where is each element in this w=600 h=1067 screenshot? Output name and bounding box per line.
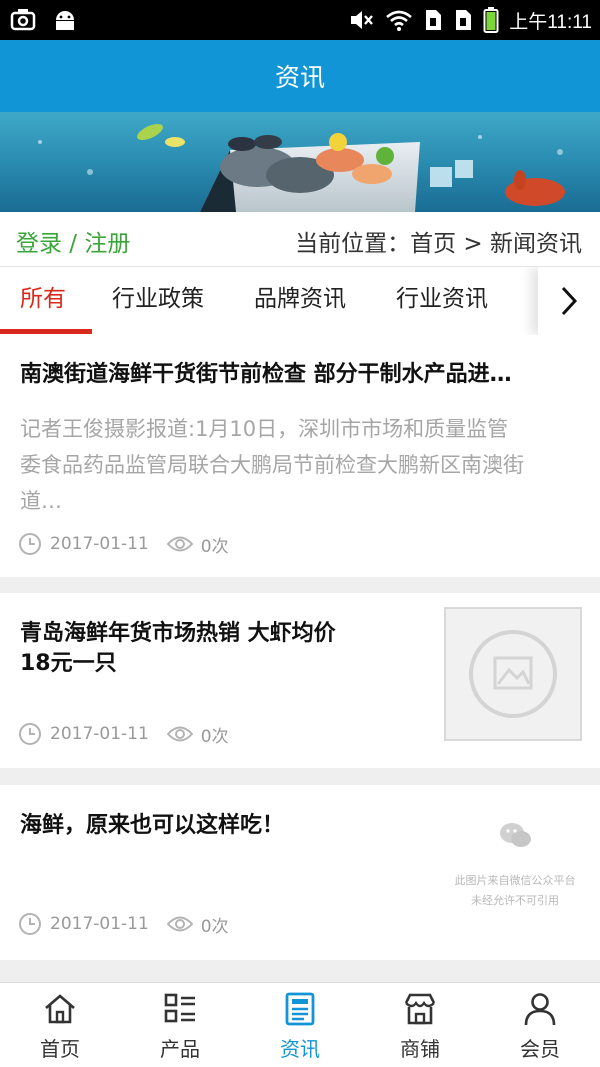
category-tabs: 所有 行业政策 品牌资讯 行业资讯 bbox=[0, 267, 600, 335]
banner-illustration bbox=[38, 123, 565, 212]
nav-label: 商铺 bbox=[400, 1037, 440, 1061]
article-meta: 2017-01-11 0次 bbox=[18, 719, 229, 749]
image-placeholder-icon bbox=[469, 630, 557, 718]
active-tab-indicator bbox=[0, 329, 92, 334]
app-header: 资讯 bbox=[0, 40, 600, 112]
tab-industry-policy[interactable]: 行业政策 bbox=[112, 267, 204, 335]
article-title[interactable]: 南澳街道海鲜干货街节前检查 部分干制水产品进… bbox=[20, 360, 585, 390]
nav-item-shop[interactable]: 商铺 bbox=[360, 983, 480, 1067]
eye-icon bbox=[166, 726, 193, 742]
article-title-line[interactable]: 18元一只 bbox=[20, 649, 117, 679]
article-views: 0次 bbox=[200, 536, 229, 557]
chevron-right-icon bbox=[561, 286, 578, 316]
nav-item-home[interactable]: 首页 bbox=[0, 983, 120, 1067]
article-summary-line: 记者王俊摄影报道:1月10日，深圳市市场和质量监管 bbox=[20, 417, 509, 441]
nav-item-news[interactable]: 资讯 bbox=[240, 983, 360, 1067]
nav-item-products[interactable]: 产品 bbox=[120, 983, 240, 1067]
eye-icon bbox=[166, 536, 193, 552]
news-icon bbox=[285, 992, 315, 1026]
clock-icon bbox=[19, 913, 41, 935]
nav-label: 资讯 bbox=[280, 1037, 320, 1061]
member-icon bbox=[524, 993, 556, 1026]
nav-label: 首页 bbox=[40, 1037, 80, 1061]
mute-icon bbox=[351, 11, 374, 29]
bottom-navigation: 首页 产品 资讯 商铺 会员 bbox=[0, 982, 600, 1067]
location-bar: 登录 / 注册 当前位置：首页 > 新闻资讯 bbox=[0, 212, 600, 267]
article-meta: 2017-01-11 0次 bbox=[18, 529, 229, 559]
article-date: 2017-01-11 bbox=[50, 534, 149, 554]
sim2-icon bbox=[456, 10, 472, 30]
tabs-scroll-right-button[interactable] bbox=[538, 267, 600, 335]
article-card[interactable]: 青岛海鲜年货市场热销 大虾均价 18元一只 2017-01-11 0次 bbox=[0, 593, 600, 768]
status-bar: 上午11:11 bbox=[0, 0, 600, 40]
article-thumbnail-placeholder[interactable] bbox=[444, 607, 582, 741]
article-date: 2017-01-11 bbox=[50, 914, 149, 934]
nav-item-member[interactable]: 会员 bbox=[480, 983, 600, 1067]
wifi-icon bbox=[386, 10, 413, 31]
article-card[interactable]: 南澳街道海鲜干货街节前检查 部分干制水产品进… 记者王俊摄影报道:1月10日，深… bbox=[0, 335, 600, 577]
product-list-icon bbox=[164, 993, 195, 1023]
android-icon bbox=[56, 11, 74, 30]
article-views: 0次 bbox=[200, 726, 229, 747]
article-thumbnail-watermark[interactable]: 此图片来自微信公众平台 未经允许不可引用 bbox=[440, 815, 590, 915]
clock-icon bbox=[19, 533, 41, 555]
home-icon bbox=[45, 994, 75, 1024]
wechat-icon bbox=[500, 823, 531, 847]
article-summary-line: 道… bbox=[20, 489, 62, 513]
battery-icon bbox=[483, 7, 499, 33]
seafood-banner-image[interactable] bbox=[0, 112, 600, 212]
nav-label: 会员 bbox=[520, 1037, 560, 1061]
nav-label: 产品 bbox=[160, 1037, 200, 1061]
status-time: 上午11:11 bbox=[509, 11, 592, 33]
tab-all[interactable]: 所有 bbox=[20, 267, 66, 335]
article-card[interactable]: 海鲜，原来也可以这样吃！ 此图片来自微信公众平台 未经允许不可引用 2017-0… bbox=[0, 785, 600, 960]
screenshot-icon bbox=[10, 9, 36, 31]
breadcrumb: 当前位置：首页 > 新闻资讯 bbox=[295, 231, 582, 257]
login-register-link[interactable]: 登录 / 注册 bbox=[16, 224, 130, 258]
tab-brand-news[interactable]: 品牌资讯 bbox=[254, 267, 346, 335]
watermark-text-line: 此图片来自微信公众平台 bbox=[454, 874, 576, 887]
article-views: 0次 bbox=[200, 916, 229, 937]
clock-icon bbox=[19, 723, 41, 745]
article-date: 2017-01-11 bbox=[50, 724, 149, 744]
tab-industry-news[interactable]: 行业资讯 bbox=[396, 267, 488, 335]
article-title-line[interactable]: 青岛海鲜年货市场热销 大虾均价 bbox=[20, 619, 336, 649]
article-title[interactable]: 海鲜，原来也可以这样吃！ bbox=[20, 811, 284, 841]
page-title: 资讯 bbox=[274, 63, 325, 92]
article-summary-line: 委食品药品监管局联合大鹏局节前检查大鹏新区南澳街 bbox=[20, 453, 524, 477]
sim1-icon bbox=[426, 10, 442, 30]
eye-icon bbox=[166, 916, 193, 932]
watermark-text-line: 未经允许不可引用 bbox=[471, 894, 559, 907]
article-meta: 2017-01-11 0次 bbox=[18, 909, 229, 939]
shop-icon bbox=[404, 993, 436, 1025]
